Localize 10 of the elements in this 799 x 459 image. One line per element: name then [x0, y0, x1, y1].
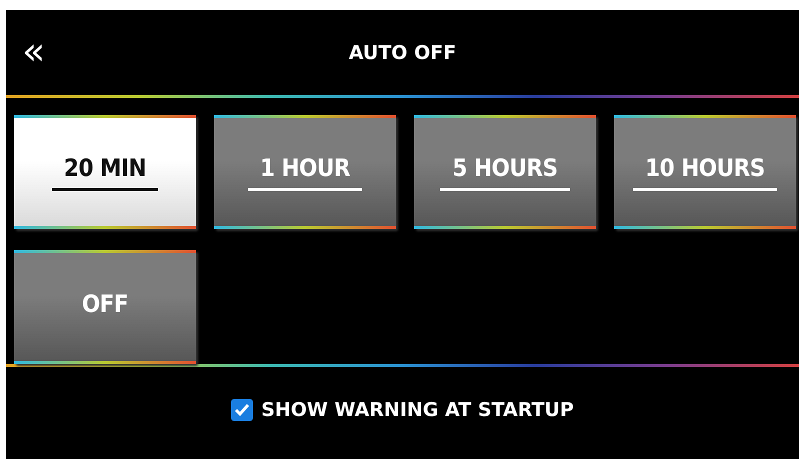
checkbox-label: SHOW WARNING AT STARTUP [261, 399, 574, 421]
option-button[interactable]: 10 HOURS [614, 115, 796, 229]
back-button[interactable]: « [18, 32, 50, 70]
option-button[interactable]: 1 HOUR [214, 115, 396, 229]
checkbox[interactable] [231, 399, 254, 421]
screen-title: AUTO OFF [348, 42, 456, 64]
option-button[interactable]: 5 HOURS [414, 115, 596, 229]
check-icon [234, 403, 250, 417]
option-button[interactable]: 20 MIN [14, 115, 196, 229]
option-button[interactable]: OFF [14, 250, 196, 364]
